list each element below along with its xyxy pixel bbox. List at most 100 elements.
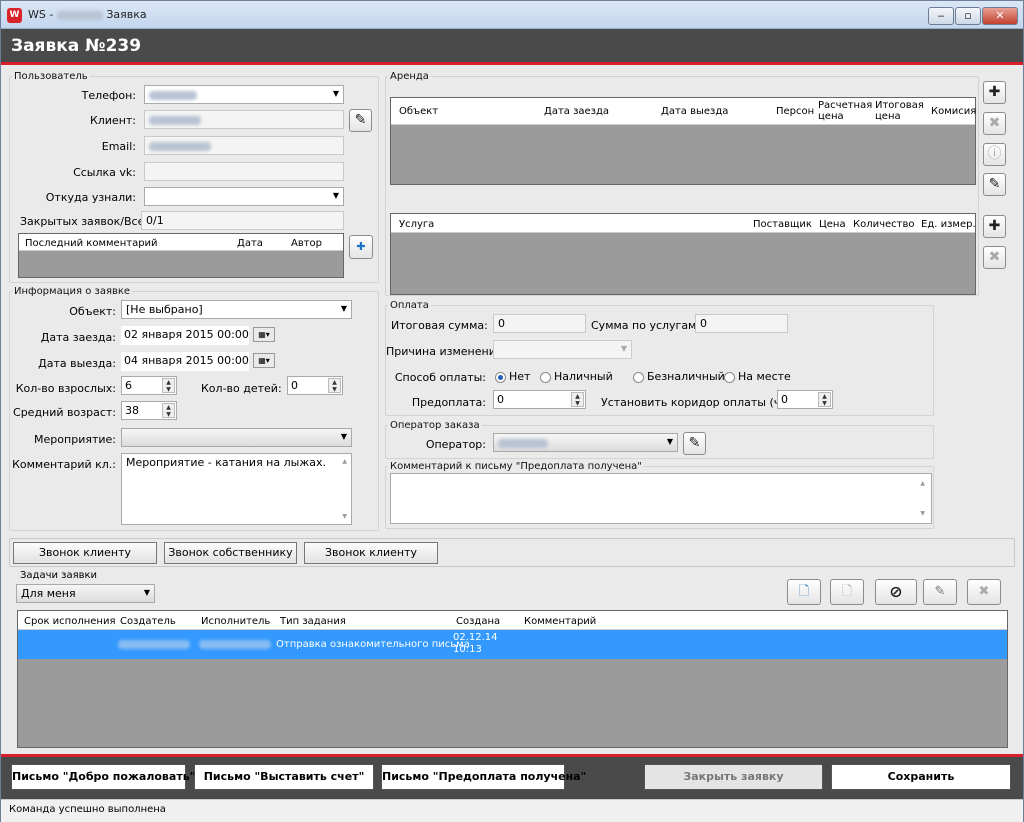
delete-task-button[interactable]: ✖ xyxy=(967,579,1001,605)
event-label: Мероприятие: xyxy=(34,433,116,446)
add-task-button[interactable]: 🗋 xyxy=(787,579,821,605)
send-welcome-letter-button[interactable]: Письмо "Добро пожаловать" xyxy=(11,764,195,790)
close-order-button[interactable]: Закрыть заявку xyxy=(644,764,823,790)
phone-label: Телефон: xyxy=(81,89,136,102)
send-prepaid-letter-button[interactable]: Письмо "Предоплата получена" xyxy=(381,764,586,790)
column-header: Персон xyxy=(776,106,815,117)
spinner-arrows-icon[interactable]: ▲ ▼ xyxy=(818,392,831,407)
radio-cash[interactable]: Наличный xyxy=(540,370,613,383)
tasks-grid[interactable]: Срок исполнения Создатель Исполнитель Ти… xyxy=(17,610,1008,748)
children-spinner[interactable]: 0 ▲ ▼ xyxy=(287,376,343,395)
column-header: Срок исполнения xyxy=(24,616,116,627)
client-comment-textarea[interactable]: Мероприятие - катания на лыжах. ▲ ▼ xyxy=(121,453,352,525)
call-owner-button[interactable]: Звонок собственнику xyxy=(164,542,297,564)
plus-icon: ✚ xyxy=(988,218,1001,234)
operator-legend: Оператор заказа xyxy=(390,420,480,431)
services-sum-field: 0 xyxy=(695,314,788,333)
prepay-label: Предоплата: xyxy=(411,396,486,409)
vk-field[interactable] xyxy=(144,162,344,181)
chevron-down-icon: ▼ xyxy=(332,191,339,200)
calendar-icon[interactable]: ▦▾ xyxy=(253,353,275,368)
radio-icon xyxy=(633,371,644,383)
source-label: Откуда узнали: xyxy=(45,191,136,204)
app-logo-icon: W xyxy=(7,8,22,23)
open-task-button[interactable]: 🗋 xyxy=(830,579,864,605)
client-field[interactable] xyxy=(144,110,344,129)
minimize-button[interactable]: ‒ xyxy=(928,7,954,25)
rent-legend: Аренда xyxy=(390,71,429,82)
radio-on-site[interactable]: На месте xyxy=(724,370,791,383)
services-sum-label: Сумма по услугам: xyxy=(591,319,701,332)
edit-operator-button[interactable]: ✎ xyxy=(683,432,706,455)
change-reason-select[interactable]: ▼ xyxy=(493,340,632,359)
edit-task-button[interactable]: ✎ xyxy=(923,579,957,605)
operator-select[interactable]: ▼ xyxy=(493,433,678,452)
column-header: Дата xyxy=(237,238,263,249)
checkin-label: Дата заезда: xyxy=(40,331,116,344)
close-window-button[interactable]: ✕ xyxy=(982,7,1018,25)
phone-select[interactable]: ▼ xyxy=(144,85,344,104)
source-select[interactable]: ▼ xyxy=(144,187,344,206)
radio-label: Безналичный xyxy=(647,370,725,383)
radio-none[interactable]: Нет xyxy=(495,370,530,383)
add-document-icon: 🗋 xyxy=(798,584,810,599)
spinner-arrows-icon[interactable]: ▲ ▼ xyxy=(162,378,175,393)
checkin-date-picker[interactable]: 02 января 2015 00:00 ▦▾ xyxy=(121,326,275,345)
cancel-task-button[interactable]: ⊘ xyxy=(875,579,917,605)
adults-spinner[interactable]: 6 ▲ ▼ xyxy=(121,376,177,395)
object-select[interactable]: [Не выбрано] ▼ xyxy=(121,300,352,319)
tasks-filter-select[interactable]: Для меня ▼ xyxy=(16,584,155,603)
page-title: Заявка №239 xyxy=(11,36,142,56)
pencil-icon: ✎ xyxy=(988,176,1001,192)
corridor-value: 0 xyxy=(781,393,788,406)
page-header: Заявка №239 xyxy=(1,29,1023,65)
save-button[interactable]: Сохранить xyxy=(831,764,1011,790)
corridor-spinner[interactable]: 0 ▲ ▼ xyxy=(777,390,833,409)
delete-service-button[interactable]: ✖ xyxy=(983,246,1006,269)
children-label: Кол-во детей: xyxy=(201,382,282,395)
spinner-arrows-icon[interactable]: ▲ ▼ xyxy=(328,378,341,393)
rent-grid[interactable]: Объект Дата заезда Дата выезда Персон Ра… xyxy=(390,97,976,185)
scroll-down-icon[interactable]: ▼ xyxy=(342,513,347,520)
calendar-icon[interactable]: ▦▾ xyxy=(253,327,275,342)
delete-document-icon: ✖ xyxy=(978,584,990,599)
column-header: Объект xyxy=(399,106,439,117)
prepay-spinner[interactable]: 0 ▲ ▼ xyxy=(493,390,586,409)
delete-rent-button[interactable]: ✖ xyxy=(983,112,1006,135)
call-client-button[interactable]: Звонок клиенту xyxy=(13,542,157,564)
edit-client-button[interactable]: ✎ xyxy=(349,109,372,132)
letter-comment-textarea[interactable]: ▲ ▼ xyxy=(390,473,932,524)
edit-rent-button[interactable]: ✎ xyxy=(983,173,1006,196)
age-spinner[interactable]: 38 ▲ ▼ xyxy=(121,401,177,420)
table-row[interactable]: Отправка ознакомительного письма 02.12.1… xyxy=(18,630,1007,659)
closed-orders-field: 0/1 xyxy=(141,211,344,230)
radio-cashless[interactable]: Безналичный xyxy=(633,370,725,383)
add-comment-button[interactable]: ✚ xyxy=(349,235,373,259)
scroll-down-icon[interactable]: ▼ xyxy=(920,510,925,517)
column-header: Дата заезда xyxy=(544,106,610,117)
maximize-button[interactable]: ▫ xyxy=(955,7,981,25)
task-type-cell: Отправка ознакомительного письма xyxy=(276,639,470,650)
spinner-arrows-icon[interactable]: ▲ ▼ xyxy=(162,403,175,418)
spinner-arrows-icon[interactable]: ▲ ▼ xyxy=(571,392,584,407)
add-service-button[interactable]: ✚ xyxy=(983,215,1006,238)
scroll-up-icon[interactable]: ▲ xyxy=(342,458,347,465)
send-invoice-letter-button[interactable]: Письмо "Выставить счет" xyxy=(194,764,374,790)
column-header: Исполнитель xyxy=(201,616,271,627)
radio-selected-icon xyxy=(495,371,506,383)
column-header: Комментарий xyxy=(524,616,597,627)
payment-legend: Оплата xyxy=(390,300,429,311)
call-client-button-2[interactable]: Звонок клиенту xyxy=(304,542,438,564)
task-created-time: 10:13 xyxy=(453,644,482,655)
email-field[interactable] xyxy=(144,136,344,155)
add-rent-button[interactable]: ✚ xyxy=(983,81,1006,104)
rent-info-button[interactable]: ⓘ xyxy=(983,143,1006,166)
column-header: Расчетная цена xyxy=(818,100,873,122)
comments-grid[interactable]: Последний комментарий Дата Автор xyxy=(18,233,344,278)
redacted-text xyxy=(118,640,190,649)
event-select[interactable]: ▼ xyxy=(121,428,352,447)
window-title: WS - Заявка xyxy=(28,8,147,21)
services-grid[interactable]: Услуга Поставщик Цена Количество Ед. изм… xyxy=(390,213,976,295)
scroll-up-icon[interactable]: ▲ xyxy=(920,480,925,487)
checkout-date-picker[interactable]: 04 января 2015 00:00 ▦▾ xyxy=(121,352,275,371)
